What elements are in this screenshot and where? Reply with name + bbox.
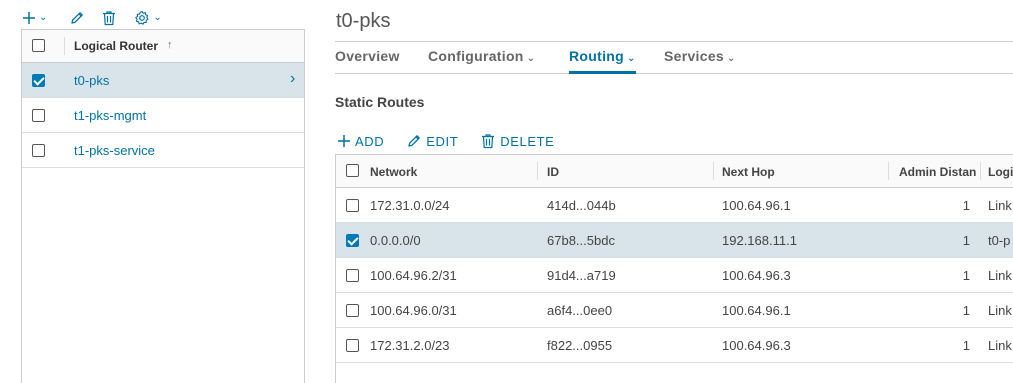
id-cell: 414d...044b <box>547 198 616 213</box>
chevron-down-icon: ⌄ <box>727 53 736 64</box>
table-row[interactable]: 172.31.0.0/24 414d...044b 100.64.96.1 1 … <box>336 188 1013 223</box>
route-checkbox[interactable] <box>346 199 359 212</box>
tab-services[interactable]: Services ⌄ <box>664 48 736 74</box>
static-route-actions: ADD EDIT DELETE <box>337 133 576 149</box>
static-routes-table: Network ID Next Hop Admin Distan Logi 17… <box>335 154 1013 383</box>
next-hop-cell: 100.64.96.3 <box>722 268 791 283</box>
section-title: Static Routes <box>335 94 425 110</box>
delete-route-button[interactable]: DELETE <box>480 133 554 149</box>
table-row[interactable]: 172.31.2.0/23 f822...0955 100.64.96.3 1 … <box>336 328 1013 363</box>
detail-tabs: Overview Configuration ⌄ Routing ⌄ Service… <box>335 41 1013 74</box>
next-hop-cell: 192.168.11.1 <box>722 233 797 248</box>
add-route-button[interactable]: ADD <box>337 134 384 149</box>
chevron-down-icon: ⌄ <box>526 53 536 64</box>
select-all-routers-checkbox[interactable] <box>32 39 45 52</box>
admin-distance-cell: 1 <box>962 303 970 318</box>
tab-label: Services <box>664 48 725 64</box>
router-list-header: Logical Router ↑ <box>22 30 304 63</box>
edit-label: EDIT <box>426 133 459 149</box>
route-checkbox[interactable] <box>346 304 359 317</box>
chevron-down-icon: ⌄ <box>39 12 48 23</box>
router-checkbox[interactable] <box>32 109 45 122</box>
route-checkbox[interactable] <box>346 339 359 352</box>
logical-column-header[interactable]: Logi <box>988 165 1013 179</box>
chevron-down-icon: ⌄ <box>626 53 636 64</box>
add-router-button[interactable]: ⌄ <box>22 11 47 25</box>
network-cell: 0.0.0.0/0 <box>370 233 421 248</box>
chevron-right-icon[interactable]: › <box>290 70 295 88</box>
edit-route-button[interactable]: EDIT <box>406 133 458 149</box>
id-cell: a6f4...0ee0 <box>547 303 613 318</box>
sort-ascending-icon[interactable]: ↑ <box>167 39 173 51</box>
logical-router-list: Logical Router ↑ t0-pks › t1-pks-mgmt t1… <box>21 29 305 383</box>
network-cell: 172.31.2.0/23 <box>370 338 450 353</box>
router-name-link[interactable]: t0-pks <box>74 73 109 88</box>
delete-router-button[interactable] <box>101 10 117 26</box>
tab-label: Overview <box>335 48 400 64</box>
gear-icon <box>135 10 149 25</box>
page-title: t0-pks <box>336 10 391 32</box>
delete-label: DELETE <box>500 133 555 149</box>
router-name-link[interactable]: t1-pks-mgmt <box>74 108 146 123</box>
column-divider[interactable] <box>537 162 538 180</box>
column-divider[interactable] <box>980 162 981 180</box>
network-cell: 100.64.96.0/31 <box>370 303 457 318</box>
tab-routing[interactable]: Routing ⌄ <box>569 48 636 74</box>
id-cell: 67b8...5bdc <box>547 233 615 248</box>
router-toolbar: ⌄ ⌄ <box>22 8 162 28</box>
next-hop-cell: 100.64.96.3 <box>722 338 791 353</box>
logical-cell: Link <box>988 268 1012 283</box>
router-checkbox[interactable] <box>32 74 45 87</box>
admin-distance-cell: 1 <box>962 338 970 353</box>
trash-icon <box>482 134 495 149</box>
table-header: Network ID Next Hop Admin Distan Logi <box>336 155 1013 188</box>
id-column-header[interactable]: ID <box>547 165 559 179</box>
router-row-t0-pks[interactable]: t0-pks › <box>22 63 304 98</box>
logical-router-column-header[interactable]: Logical Router <box>74 39 158 53</box>
pencil-icon <box>408 135 421 147</box>
chevron-down-icon: ⌄ <box>153 12 162 23</box>
next-hop-cell: 100.64.96.1 <box>722 198 791 213</box>
admin-distance-cell: 1 <box>962 268 970 283</box>
column-divider[interactable] <box>713 162 714 180</box>
route-checkbox[interactable] <box>346 269 359 282</box>
admin-distance-column-header[interactable]: Admin Distan <box>899 165 976 179</box>
router-row-t1-pks-mgmt[interactable]: t1-pks-mgmt <box>22 98 304 133</box>
network-cell: 100.64.96.2/31 <box>370 268 457 283</box>
logical-cell: Link <box>988 198 1012 213</box>
column-divider <box>64 37 65 55</box>
nsx-routing-page: ⌄ ⌄ Logical Router ↑ t0-pks › t1-pks-mgm… <box>0 0 1013 383</box>
tab-label: Routing <box>569 48 624 64</box>
network-column-header[interactable]: Network <box>370 165 417 179</box>
tab-label: Configuration <box>428 48 524 64</box>
settings-button[interactable]: ⌄ <box>134 10 162 26</box>
table-row[interactable]: 0.0.0.0/0 67b8...5bdc 192.168.11.1 1 t0-… <box>336 223 1013 258</box>
trash-icon <box>103 11 116 26</box>
router-name-link[interactable]: t1-pks-service <box>74 143 155 158</box>
table-row[interactable]: 100.64.96.0/31 a6f4...0ee0 100.64.96.1 1… <box>336 293 1013 328</box>
router-row-t1-pks-service[interactable]: t1-pks-service <box>22 133 304 168</box>
id-cell: f822...0955 <box>547 338 613 353</box>
add-label: ADD <box>355 133 385 149</box>
admin-distance-cell: 1 <box>962 233 970 248</box>
tab-overview[interactable]: Overview <box>335 48 400 74</box>
route-checkbox[interactable] <box>346 234 359 247</box>
select-all-routes-checkbox[interactable] <box>346 164 359 177</box>
tab-configuration[interactable]: Configuration ⌄ <box>428 48 535 74</box>
logical-cell: Link <box>988 303 1012 318</box>
next-hop-column-header[interactable]: Next Hop <box>722 165 775 179</box>
logical-cell: t0-p <box>988 233 1011 248</box>
router-checkbox[interactable] <box>32 144 45 157</box>
next-hop-cell: 100.64.96.1 <box>722 303 791 318</box>
plus-icon <box>23 12 35 24</box>
column-divider[interactable] <box>888 162 889 180</box>
pencil-icon <box>71 12 84 24</box>
logical-cell: Link <box>988 338 1012 353</box>
network-cell: 172.31.0.0/24 <box>370 198 450 213</box>
plus-icon <box>338 135 350 147</box>
table-row[interactable]: 100.64.96.2/31 91d4...a719 100.64.96.3 1… <box>336 258 1013 293</box>
id-cell: 91d4...a719 <box>547 268 616 283</box>
edit-router-button[interactable] <box>69 10 85 26</box>
admin-distance-cell: 1 <box>962 198 970 213</box>
